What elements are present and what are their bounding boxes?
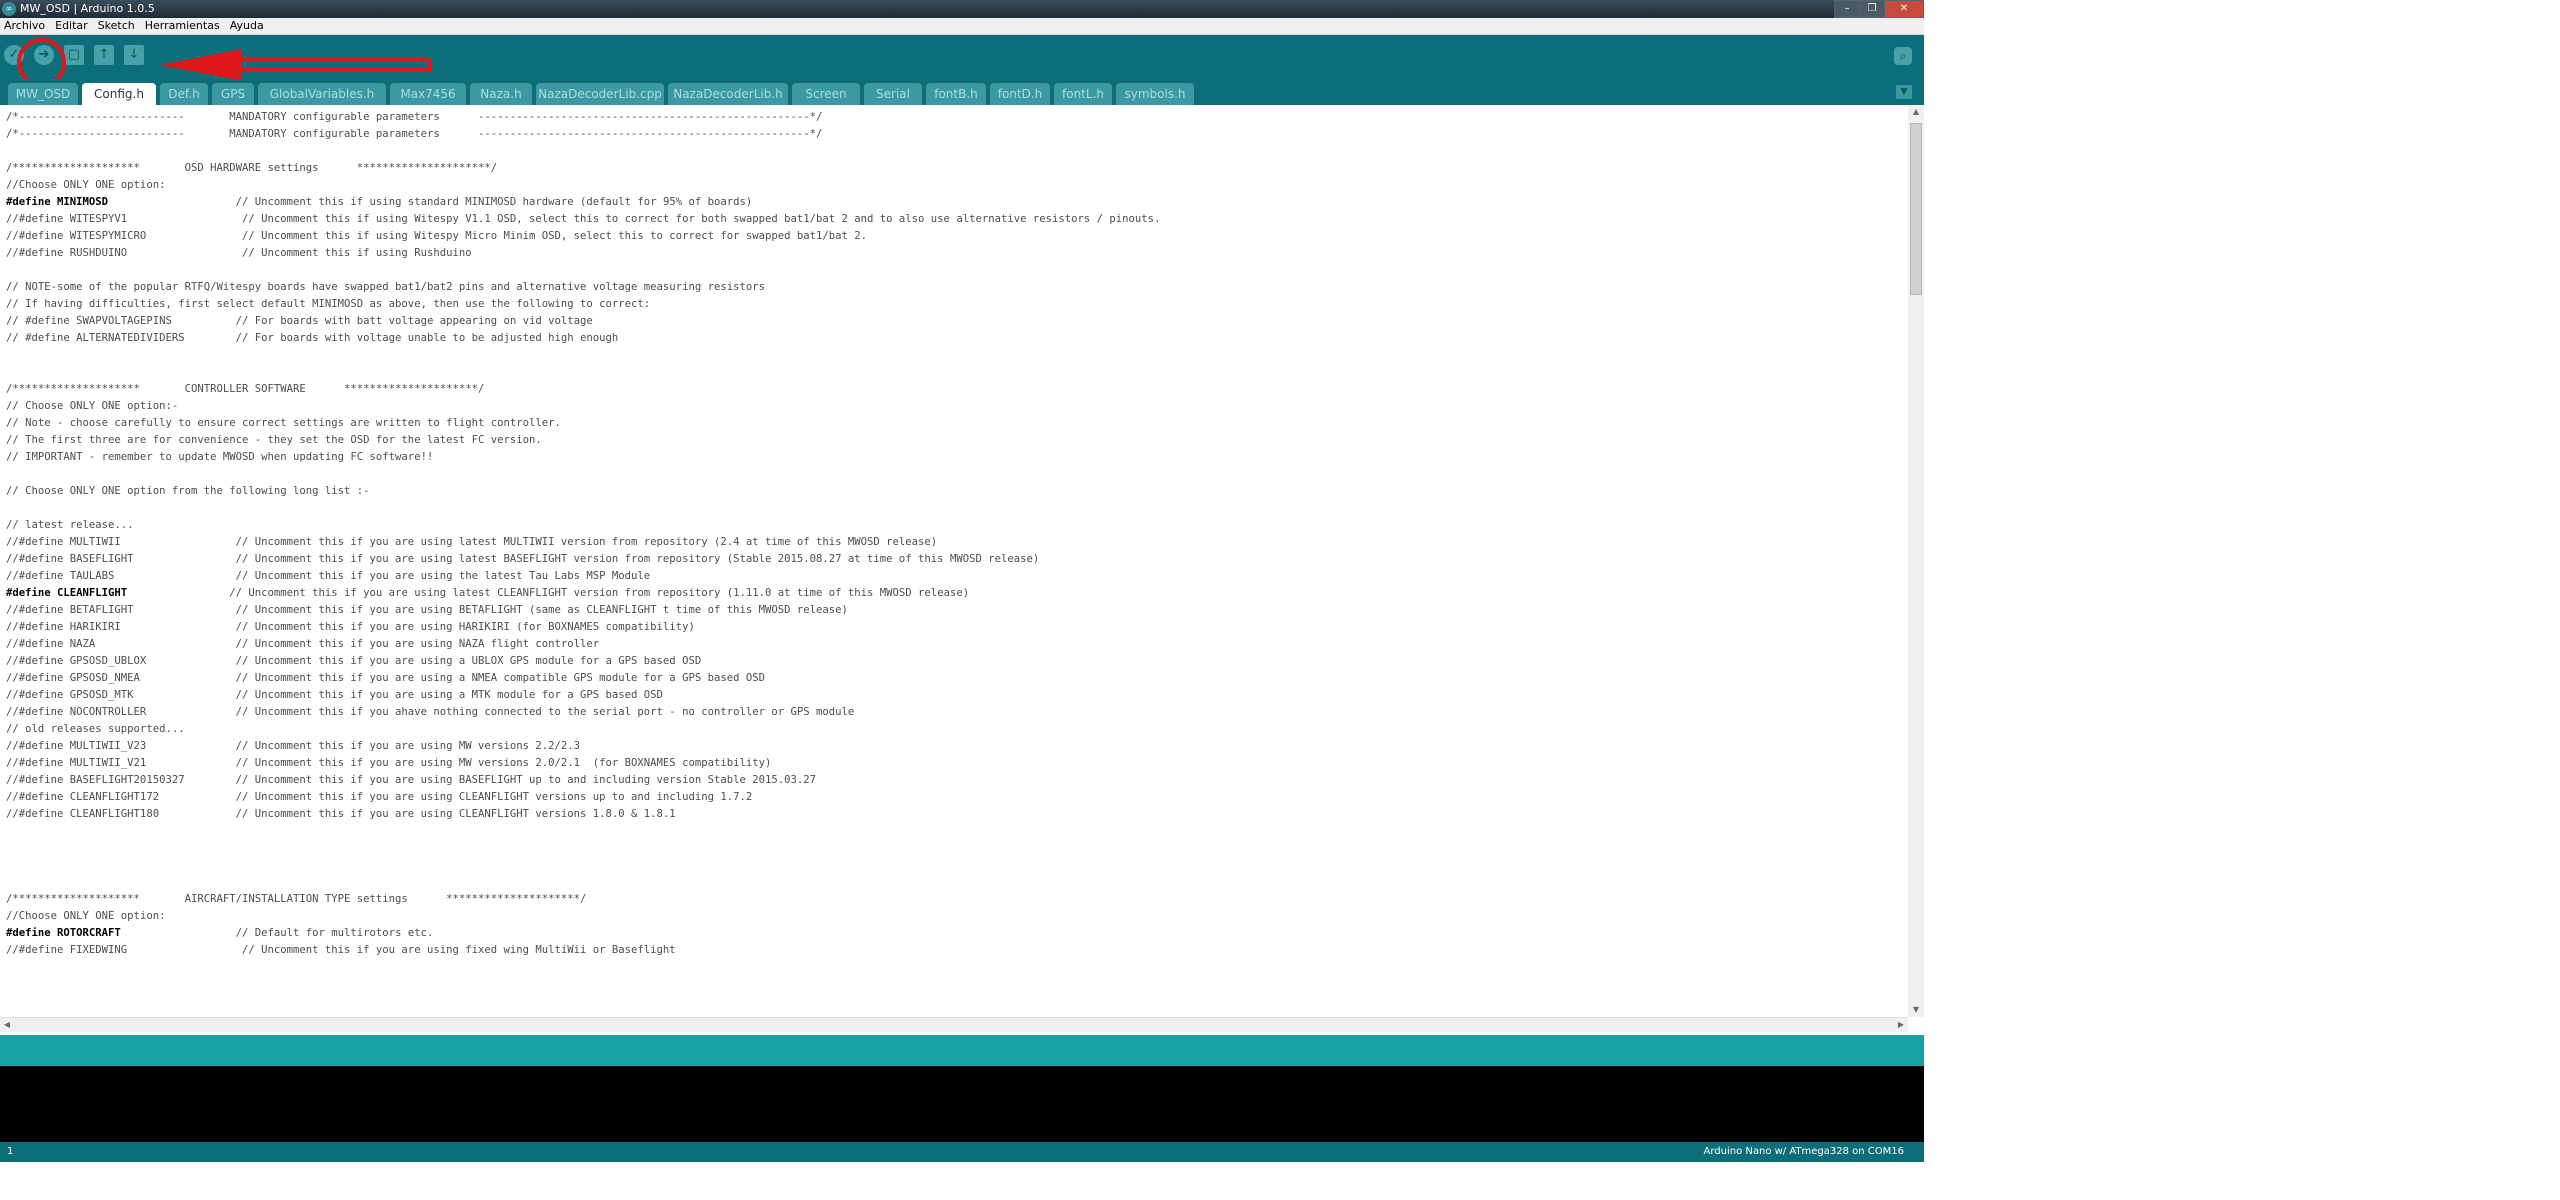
scroll-down-icon[interactable]: ▼	[1908, 1003, 1924, 1017]
code-line: #define CLEANFLIGHT // Uncomment this if…	[6, 587, 970, 599]
horizontal-scrollbar[interactable]: ◀ ▶	[0, 1017, 1908, 1032]
code-line: //#define NAZA // Uncomment this if you …	[6, 638, 600, 650]
tab-def-h[interactable]: Def.h	[160, 83, 208, 105]
code-line: //#define MULTIWII_V23 // Uncomment this…	[6, 740, 581, 752]
code-line: // #define ALTERNATEDIVIDERS // For boar…	[6, 332, 619, 344]
magnifier-icon[interactable]: ⌕	[1894, 47, 1912, 65]
code-line: //Choose ONLY ONE option:	[6, 179, 166, 191]
menu-editar[interactable]: Editar	[51, 18, 94, 34]
tab-gps[interactable]: GPS	[212, 83, 254, 105]
console-output	[0, 1066, 1924, 1142]
code-line: // old releases supported...	[6, 723, 185, 735]
tab-mw-osd[interactable]: MW_OSD	[8, 83, 78, 105]
code-line: //Choose ONLY ONE option:	[6, 910, 166, 922]
tab-menu-icon[interactable]: ▼	[1896, 85, 1912, 99]
code-line: //#define TAULABS // Uncomment this if y…	[6, 570, 651, 582]
code-line: //#define GPSOSD_UBLOX // Uncomment this…	[6, 655, 702, 667]
code-line: /*-------------------------- MANDATORY c…	[6, 111, 823, 123]
code-line: //#define NOCONTROLLER // Uncomment this…	[6, 706, 855, 718]
code-line: //#define HARIKIRI // Uncomment this if …	[6, 621, 695, 633]
open-icon[interactable]: ↑	[94, 45, 114, 65]
tab-fontl-h[interactable]: fontL.h	[1054, 83, 1112, 105]
code-line: #define ROTORCRAFT // Default for multir…	[6, 927, 434, 939]
tab-symbols-h[interactable]: symbols.h	[1116, 83, 1194, 105]
code-line: //#define BETAFLIGHT // Uncomment this i…	[6, 604, 848, 616]
tab-bar: MW_OSD Config.h Def.h GPS GlobalVariable…	[0, 79, 1924, 105]
code-line: //#define RUSHDUINO // Uncomment this if…	[6, 247, 472, 259]
tab-screen[interactable]: Screen	[792, 83, 860, 105]
code-line: //#define BASEFLIGHT20150327 // Uncommen…	[6, 774, 817, 786]
menu-sketch[interactable]: Sketch	[94, 18, 141, 34]
code-line: // IMPORTANT - remember to update MWOSD …	[6, 451, 434, 463]
tab-nazadecoderlib-cpp[interactable]: NazaDecoderLib.cpp	[536, 83, 664, 105]
tab-config-h[interactable]: Config.h	[82, 83, 156, 105]
code-line: //#define WITESPYMICRO // Uncomment this…	[6, 230, 868, 242]
code-line: // Choose ONLY ONE option:-	[6, 400, 179, 412]
tab-globalvariables-h[interactable]: GlobalVariables.h	[258, 83, 386, 105]
code-editor[interactable]: /*-------------------------- MANDATORY c…	[0, 105, 1908, 1017]
annotation-arrow	[160, 49, 432, 81]
code-line: // #define SWAPVOLTAGEPINS // For boards…	[6, 315, 593, 327]
code-line: //#define FIXEDWING // Uncomment this if…	[6, 944, 676, 956]
code-line: // latest release...	[6, 519, 134, 531]
arduino-logo-icon: ∞	[2, 2, 16, 16]
scroll-right-icon[interactable]: ▶	[1894, 1018, 1908, 1032]
code-line: #define MINIMOSD // Uncomment this if us…	[6, 196, 753, 208]
window-title: MW_OSD | Arduino 1.0.5	[20, 2, 155, 15]
tab-serial[interactable]: Serial	[864, 83, 922, 105]
code-line: //#define BASEFLIGHT // Uncomment this i…	[6, 553, 1040, 565]
message-area	[0, 1035, 1924, 1066]
tab-fontb-h[interactable]: fontB.h	[926, 83, 986, 105]
arduino-ide-window: ∞ MW_OSD | Arduino 1.0.5 – ❐ ✕ Archivo Ed…	[0, 0, 1924, 1200]
tab-fontd-h[interactable]: fontD.h	[990, 83, 1050, 105]
code-line: /*-------------------------- MANDATORY c…	[6, 128, 823, 140]
menu-herramientas[interactable]: Herramientas	[141, 18, 226, 34]
code-line: /******************** OSD HARDWARE setti…	[6, 162, 498, 174]
menu-ayuda[interactable]: Ayuda	[226, 18, 270, 34]
code-line: //#define MULTIWII // Uncomment this if …	[6, 536, 938, 548]
code-line: // Choose ONLY ONE option from the follo…	[6, 485, 370, 497]
tab-nazadecoderlib-h[interactable]: NazaDecoderLib.h	[668, 83, 788, 105]
board-port-label: Arduino Nano w/ ATmega328 on COM16	[1703, 1146, 1905, 1157]
new-icon[interactable]: ▢	[64, 45, 84, 65]
title-bar: ∞ MW_OSD | Arduino 1.0.5 – ❐ ✕	[0, 0, 1924, 18]
save-icon[interactable]: ↓	[124, 45, 144, 65]
code-line: //#define MULTIWII_V21 // Uncomment this…	[6, 757, 772, 769]
tab-max7456[interactable]: Max7456	[390, 83, 466, 105]
status-bar: 1 Arduino Nano w/ ATmega328 on COM16	[0, 1142, 1924, 1162]
menu-bar: Archivo Editar Sketch Herramientas Ayuda	[0, 18, 1924, 35]
scroll-left-icon[interactable]: ◀	[0, 1018, 14, 1032]
code-line: //#define WITESPYV1 // Uncomment this if…	[6, 213, 1161, 225]
code-line: // If having difficulties, first select …	[6, 298, 651, 310]
vertical-scrollbar[interactable]: ▲ ▼	[1908, 105, 1924, 1017]
close-icon[interactable]: ✕	[1884, 0, 1924, 18]
maximize-icon[interactable]: ❐	[1859, 0, 1885, 18]
scroll-thumb[interactable]	[1910, 123, 1922, 295]
menu-archivo[interactable]: Archivo	[0, 18, 51, 34]
code-line: /******************** AIRCRAFT/INSTALLAT…	[6, 893, 587, 905]
code-line: // NOTE-some of the popular RTFQ/Witespy…	[6, 281, 765, 293]
code-line: // Note - choose carefully to ensure cor…	[6, 417, 561, 429]
scroll-up-icon[interactable]: ▲	[1908, 105, 1924, 119]
code-line: /******************** CONTROLLER SOFTWAR…	[6, 383, 485, 395]
code-line: // The first three are for convenience -…	[6, 434, 542, 446]
minimize-icon[interactable]: –	[1834, 0, 1860, 18]
line-number: 1	[7, 1146, 14, 1157]
tab-naza-h[interactable]: Naza.h	[470, 83, 532, 105]
code-line: //#define GPSOSD_MTK // Uncomment this i…	[6, 689, 663, 701]
code-line: //#define CLEANFLIGHT180 // Uncomment th…	[6, 808, 676, 820]
code-line: //#define CLEANFLIGHT172 // Uncomment th…	[6, 791, 753, 803]
code-line: //#define GPSOSD_NMEA // Uncomment this …	[6, 672, 765, 684]
